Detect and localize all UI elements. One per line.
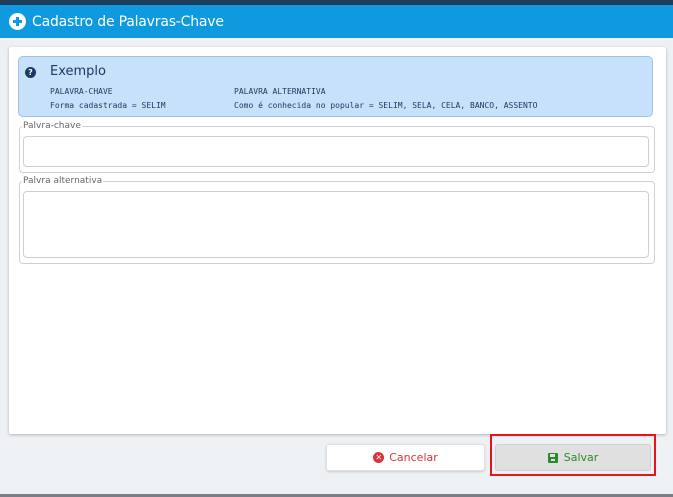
question-circle-icon: ? (25, 67, 36, 78)
plus-circle-icon (9, 13, 26, 30)
dialog-title: Cadastro de Palavras-Chave (32, 13, 224, 30)
times-circle-icon: ✕ (373, 452, 385, 463)
example-info-box: ? Exemplo PALAVRA-CHAVE Forma cadastrada… (18, 56, 653, 117)
keyword-fieldset: Palvra-chave (19, 121, 655, 173)
alternative-label: Palvra alternativa (22, 176, 104, 187)
floppy-disk-icon (547, 452, 558, 463)
alternative-column-header: PALAVRA ALTERNATIVA (234, 87, 326, 96)
keyword-input[interactable] (23, 136, 649, 167)
dialog-header: Cadastro de Palavras-Chave (0, 5, 673, 38)
cancel-button-label: Cancelar (389, 451, 438, 464)
keyword-example-text: Forma cadastrada = SELIM (50, 101, 166, 110)
alternative-example-text: Como é conhecida no popular = SELIM, SEL… (234, 101, 538, 110)
form-card: ? Exemplo PALAVRA-CHAVE Forma cadastrada… (9, 47, 666, 434)
alternative-textarea[interactable] (23, 191, 649, 258)
alternative-fieldset: Palvra alternativa (19, 176, 655, 264)
cancel-button[interactable]: ✕ Cancelar (326, 444, 485, 471)
save-button-label: Salvar (563, 451, 599, 464)
example-heading: Exemplo (50, 64, 106, 79)
keyword-column-header: PALAVRA-CHAVE (50, 87, 113, 96)
save-button[interactable]: Salvar (495, 444, 651, 471)
keyword-label: Palvra-chave (22, 121, 82, 132)
